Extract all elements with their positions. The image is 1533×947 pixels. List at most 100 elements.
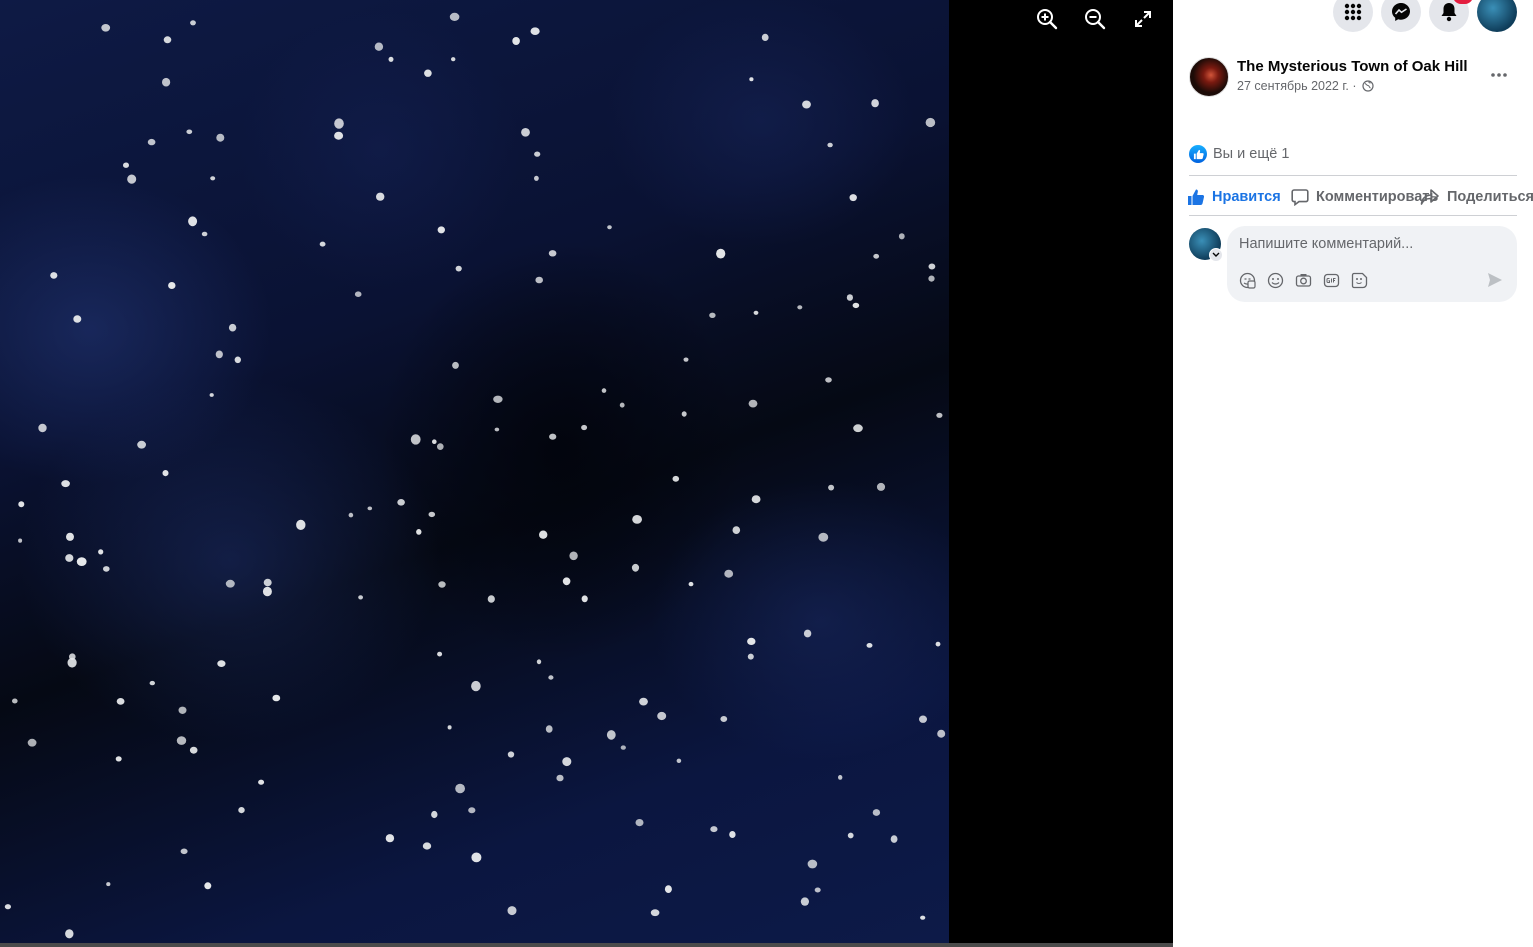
star <box>607 225 612 230</box>
like-button[interactable]: Нравится <box>1187 183 1281 211</box>
star <box>601 388 607 393</box>
avatar-sticker-button[interactable] <box>1237 270 1257 290</box>
star <box>530 27 540 35</box>
comment-box[interactable] <box>1227 226 1517 302</box>
messenger-button[interactable] <box>1381 0 1421 32</box>
star <box>925 117 936 128</box>
reactions-count-text: Вы и ещё 1 <box>1213 146 1290 162</box>
star <box>710 826 718 833</box>
star <box>451 57 456 62</box>
reactions-summary[interactable]: Вы и ещё 1 <box>1189 144 1289 164</box>
sticker-icon <box>1351 272 1367 288</box>
star <box>137 440 147 449</box>
star <box>216 133 225 142</box>
star <box>747 653 754 660</box>
share-button[interactable]: Поделиться <box>1420 183 1533 211</box>
zoom-out-button[interactable] <box>1080 4 1110 34</box>
post-photo[interactable] <box>0 0 949 943</box>
star <box>27 738 37 747</box>
star <box>920 915 926 920</box>
star <box>536 659 542 665</box>
star <box>803 629 812 638</box>
star <box>452 361 459 369</box>
star <box>937 729 946 738</box>
star <box>162 470 169 477</box>
star <box>189 746 198 754</box>
star <box>898 233 905 240</box>
star <box>190 20 196 26</box>
star <box>65 929 74 939</box>
photo-button[interactable] <box>1293 270 1313 290</box>
star <box>818 532 829 542</box>
send-comment-button[interactable] <box>1485 270 1505 290</box>
star <box>422 842 432 850</box>
thumbs-up-icon <box>1188 189 1205 205</box>
star <box>493 395 503 403</box>
emoji-button[interactable] <box>1265 270 1285 290</box>
star <box>388 56 394 62</box>
star <box>681 411 687 417</box>
star <box>424 69 432 77</box>
star <box>657 711 667 721</box>
star <box>581 424 588 431</box>
account-avatar[interactable] <box>1477 0 1517 32</box>
star <box>432 439 437 445</box>
post-date[interactable]: 27 сентябрь 2022 г. · <box>1237 79 1357 93</box>
star <box>838 775 843 780</box>
star <box>545 725 553 733</box>
more-horizontal-icon <box>1491 73 1507 77</box>
star <box>866 643 873 648</box>
star <box>334 118 344 129</box>
menu-grid-icon <box>1344 3 1362 21</box>
star <box>447 725 452 730</box>
star <box>101 24 111 32</box>
share-icon <box>1420 189 1439 205</box>
gif-button[interactable] <box>1321 270 1341 290</box>
star <box>825 377 832 383</box>
star <box>367 506 373 511</box>
star <box>12 698 18 704</box>
star <box>936 412 943 418</box>
star <box>228 323 237 332</box>
fullscreen-button[interactable] <box>1128 4 1158 34</box>
star <box>376 192 385 201</box>
star <box>354 291 362 298</box>
star <box>802 100 811 109</box>
star <box>455 783 465 794</box>
star <box>853 424 863 433</box>
star <box>507 751 515 758</box>
page-avatar[interactable] <box>1189 57 1229 97</box>
comment-input[interactable] <box>1239 234 1499 254</box>
star <box>468 807 476 814</box>
star <box>334 131 344 140</box>
star <box>168 282 176 289</box>
star <box>471 680 481 692</box>
star <box>849 194 857 202</box>
notifications-button[interactable] <box>1429 0 1469 32</box>
post-options-button[interactable] <box>1487 63 1511 87</box>
divider <box>1189 215 1517 216</box>
star <box>428 511 436 518</box>
star <box>437 443 444 450</box>
comment-button[interactable]: Комментировать <box>1291 183 1438 211</box>
star <box>438 581 446 588</box>
page-name[interactable]: The Mysterious Town of Oak Hill <box>1237 58 1468 75</box>
star <box>348 512 354 518</box>
zoom-in-button[interactable] <box>1032 4 1062 34</box>
star <box>234 356 241 364</box>
menu-button[interactable] <box>1333 0 1373 32</box>
chevron-down-icon[interactable] <box>1209 248 1223 262</box>
star <box>358 595 363 600</box>
star <box>449 12 460 21</box>
star <box>732 526 741 534</box>
star <box>455 265 462 272</box>
star <box>98 549 104 555</box>
sticker-button[interactable] <box>1349 270 1369 290</box>
star <box>201 231 208 237</box>
star <box>569 551 578 561</box>
star <box>828 484 835 491</box>
star <box>683 357 689 362</box>
star <box>319 241 326 247</box>
star <box>847 832 854 839</box>
star <box>800 897 810 906</box>
